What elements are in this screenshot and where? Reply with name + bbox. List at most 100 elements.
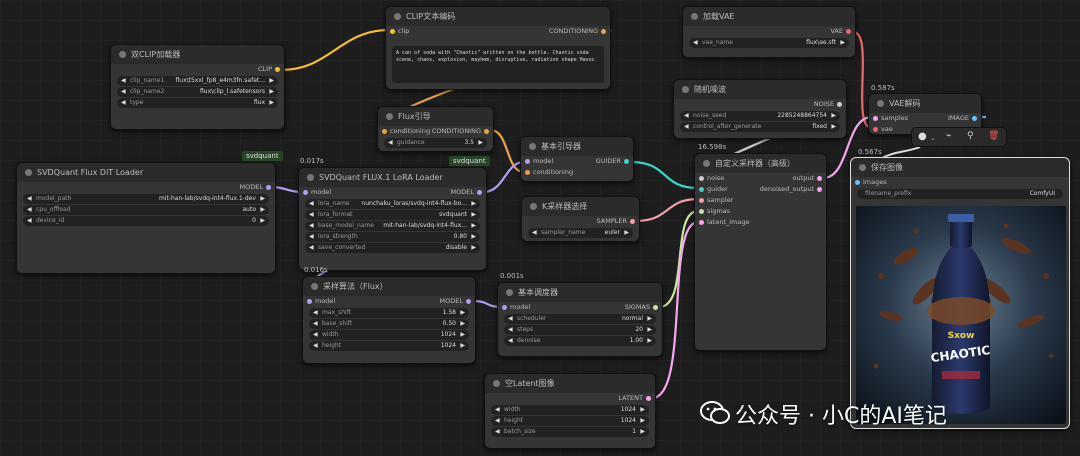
max-shift-widget[interactable]: ◀ max_shift 1.58 ▶ <box>309 308 469 318</box>
height-widget[interactable]: ◀ height 1024 ▶ <box>491 416 649 426</box>
width-widget[interactable]: ◀ width 1024 ▶ <box>309 330 469 340</box>
output-model-slot[interactable] <box>477 190 482 195</box>
widget-label: height <box>504 417 524 424</box>
input-model-slot[interactable] <box>525 159 530 164</box>
pin-icon[interactable]: ⚲ <box>967 131 974 141</box>
input-model-slot[interactable] <box>303 190 308 195</box>
input-latent-slot[interactable] <box>699 220 704 225</box>
prompt-textarea[interactable]: A can of soda with "Chaotic" written on … <box>392 46 604 83</box>
output-conditioning-slot[interactable] <box>601 29 606 34</box>
delete-icon[interactable]: 🗑 <box>988 131 999 141</box>
output-conditioning-slot[interactable] <box>484 129 489 134</box>
lora-format-widget[interactable]: ◀ lora_format svdquant ▶ <box>305 210 480 220</box>
lora-name-widget[interactable]: ◀ lora_name nunchaku_loras/svdq-int4-flux-… <box>305 199 480 209</box>
collapse-dot[interactable] <box>859 164 866 171</box>
collapse-dot[interactable] <box>307 174 314 181</box>
height-widget[interactable]: ◀ height 1024 ▶ <box>309 341 469 351</box>
widget-label: guidance <box>397 139 425 146</box>
input-images-slot[interactable] <box>855 180 860 185</box>
input-model-label: model <box>533 157 554 165</box>
node-vae-loader[interactable]: 加载VAE VAE ◀ vae_name flux\ae.sft ▶ <box>682 6 856 58</box>
collapse-dot[interactable] <box>529 143 536 150</box>
input-samples-slot[interactable] <box>873 116 878 121</box>
save-converted-widget[interactable]: ◀ save_converted disable ▶ <box>305 243 480 253</box>
denoise-widget[interactable]: ◀ denoise 1.00 ▶ <box>504 336 656 346</box>
input-model-slot[interactable] <box>502 305 507 310</box>
output-latent-slot[interactable] <box>646 396 651 401</box>
output-sampler-slot[interactable] <box>630 219 635 224</box>
device-id-widget[interactable]: ◀ device_id 0 ▶ <box>23 216 269 226</box>
node-svdquant-dit-loader[interactable]: SVDQuant Flux DiT Loader MODEL ◀ model_pa… <box>16 162 276 274</box>
output-noise-slot[interactable] <box>837 102 842 107</box>
collapse-dot[interactable] <box>386 113 393 120</box>
widget-value: euler <box>604 229 620 236</box>
node-sampler-custom-advanced[interactable]: 自定义采样器（高级） noise output guider denoised_ou… <box>694 153 827 351</box>
output-sigmas-slot[interactable] <box>653 305 658 310</box>
collapse-dot[interactable] <box>691 13 698 20</box>
output-sampler-label: SAMPLER <box>596 217 627 225</box>
input-vae-slot[interactable] <box>873 127 878 132</box>
sampler-name-widget[interactable]: ◀ sampler_name euler ▶ <box>528 228 633 238</box>
lora-strength-widget[interactable]: ◀ lora_strength 0.80 ▶ <box>305 232 480 242</box>
collapse-dot[interactable] <box>119 51 126 58</box>
node-basic-guider[interactable]: 基本引导器 model GUIDER conditioning <box>520 136 634 182</box>
input-clip-slot[interactable] <box>390 29 395 34</box>
collapse-dot[interactable] <box>394 13 401 20</box>
collapse-dot[interactable] <box>682 86 689 93</box>
batch-size-widget[interactable]: ◀ batch_size 1 ▶ <box>491 427 649 437</box>
input-model-slot[interactable] <box>307 299 312 304</box>
arrow-left-icon: ◀ <box>495 417 500 424</box>
bypass-icon[interactable]: ⌁ <box>946 131 951 141</box>
node-flux-guidance[interactable]: Flux引导 conditioning CONDITIONING ◀ guidanc… <box>377 106 494 152</box>
color-picker-icon[interactable]: ● <box>918 131 927 142</box>
clip-name1-widget[interactable]: ◀ clip_name1 flux\t5xxl_fp8_e4m3fn.safet..… <box>117 76 278 86</box>
input-guider-slot[interactable] <box>699 187 704 192</box>
collapse-dot[interactable] <box>877 100 884 107</box>
output-model-slot[interactable] <box>466 299 471 304</box>
node-basic-scheduler[interactable]: 基本调度器 model SIGMAS ◀ scheduler normal ▶ ◀ ste… <box>497 282 663 357</box>
collapse-dot[interactable] <box>493 380 500 387</box>
collapse-dot[interactable] <box>25 169 32 176</box>
collapse-dot[interactable] <box>703 160 710 167</box>
cpu-offload-widget[interactable]: ◀ cpu_offload auto ▶ <box>23 205 269 215</box>
widget-label: width <box>504 406 521 413</box>
output-output-slot[interactable] <box>817 176 822 181</box>
width-widget[interactable]: ◀ width 1024 ▶ <box>491 405 649 415</box>
input-sampler-slot[interactable] <box>699 198 704 203</box>
output-image-slot[interactable] <box>972 116 977 121</box>
steps-widget[interactable]: ◀ steps 20 ▶ <box>504 325 656 335</box>
scheduler-widget[interactable]: ◀ scheduler normal ▶ <box>504 314 656 324</box>
node-ksampler-select[interactable]: K采样器选择 SAMPLER ◀ sampler_name euler ▶ <box>521 196 640 242</box>
input-noise-slot[interactable] <box>699 176 704 181</box>
collapse-dot[interactable] <box>506 289 513 296</box>
model-path-widget[interactable]: ◀ model_path mit-han-lab/svdq-int4-flux.1-… <box>23 194 269 204</box>
guidance-widget[interactable]: ◀ guidance 3.5 ▶ <box>384 138 487 148</box>
control-after-generate-widget[interactable]: ◀ control_after_generate fixed ▶ <box>680 122 840 132</box>
input-conditioning-slot[interactable] <box>382 129 387 134</box>
filename-prefix-widget[interactable]: filename_prefix ComfyUI <box>857 189 1063 199</box>
collapse-dot[interactable] <box>530 203 537 210</box>
chevron-down-icon[interactable]: ⌄ <box>930 134 936 142</box>
output-guider-slot[interactable] <box>624 159 629 164</box>
output-output-label: output <box>792 174 814 182</box>
noise-seed-widget[interactable]: ◀ noise_seed 228524886475​4 ▶ <box>680 111 840 121</box>
node-dual-clip-loader[interactable]: 双CLIP加载器 CLIP ◀ clip_name1 flux\t5xxl_fp8_… <box>110 44 285 130</box>
output-image-preview[interactable]: Sxow CHAOTIC <box>856 206 1066 424</box>
output-vae-slot[interactable] <box>846 29 851 34</box>
output-model-slot[interactable] <box>266 185 271 190</box>
input-sigmas-slot[interactable] <box>699 209 704 214</box>
vae-name-widget[interactable]: ◀ vae_name flux\ae.sft ▶ <box>689 38 849 48</box>
clip-name2-widget[interactable]: ◀ clip_name2 flux\clip_l.safetensors ▶ <box>117 87 278 97</box>
node-empty-latent-image[interactable]: 空Latent图像 LATENT ◀ width 1024 ▶ ◀ height 1024… <box>484 373 656 449</box>
node-model-sampling-flux[interactable]: 采样算法（Flux） model MODEL ◀ max_shift 1.58 ▶ ◀ b… <box>302 276 476 364</box>
node-clip-text-encode[interactable]: CLIP文本编码 clip CONDITIONING A can of soda … <box>385 6 611 90</box>
input-conditioning-slot[interactable] <box>525 170 530 175</box>
node-svdquant-lora-loader[interactable]: SVDQuant FLUX.1 LoRA Loader model MODEL ◀… <box>298 167 487 271</box>
output-denoised-slot[interactable] <box>817 187 822 192</box>
collapse-dot[interactable] <box>311 283 318 290</box>
output-clip-slot[interactable] <box>275 67 280 72</box>
base-shift-widget[interactable]: ◀ base_shift 0.50 ▶ <box>309 319 469 329</box>
node-random-noise[interactable]: 随机噪波 NOISE ◀ noise_seed 228524886475​4 ▶ ◀ c… <box>673 79 847 139</box>
type-widget[interactable]: ◀ type flux ▶ <box>117 98 278 108</box>
base-model-name-widget[interactable]: ◀ base_model_name mit-han-lab/svdq-int4-fl… <box>305 221 480 231</box>
